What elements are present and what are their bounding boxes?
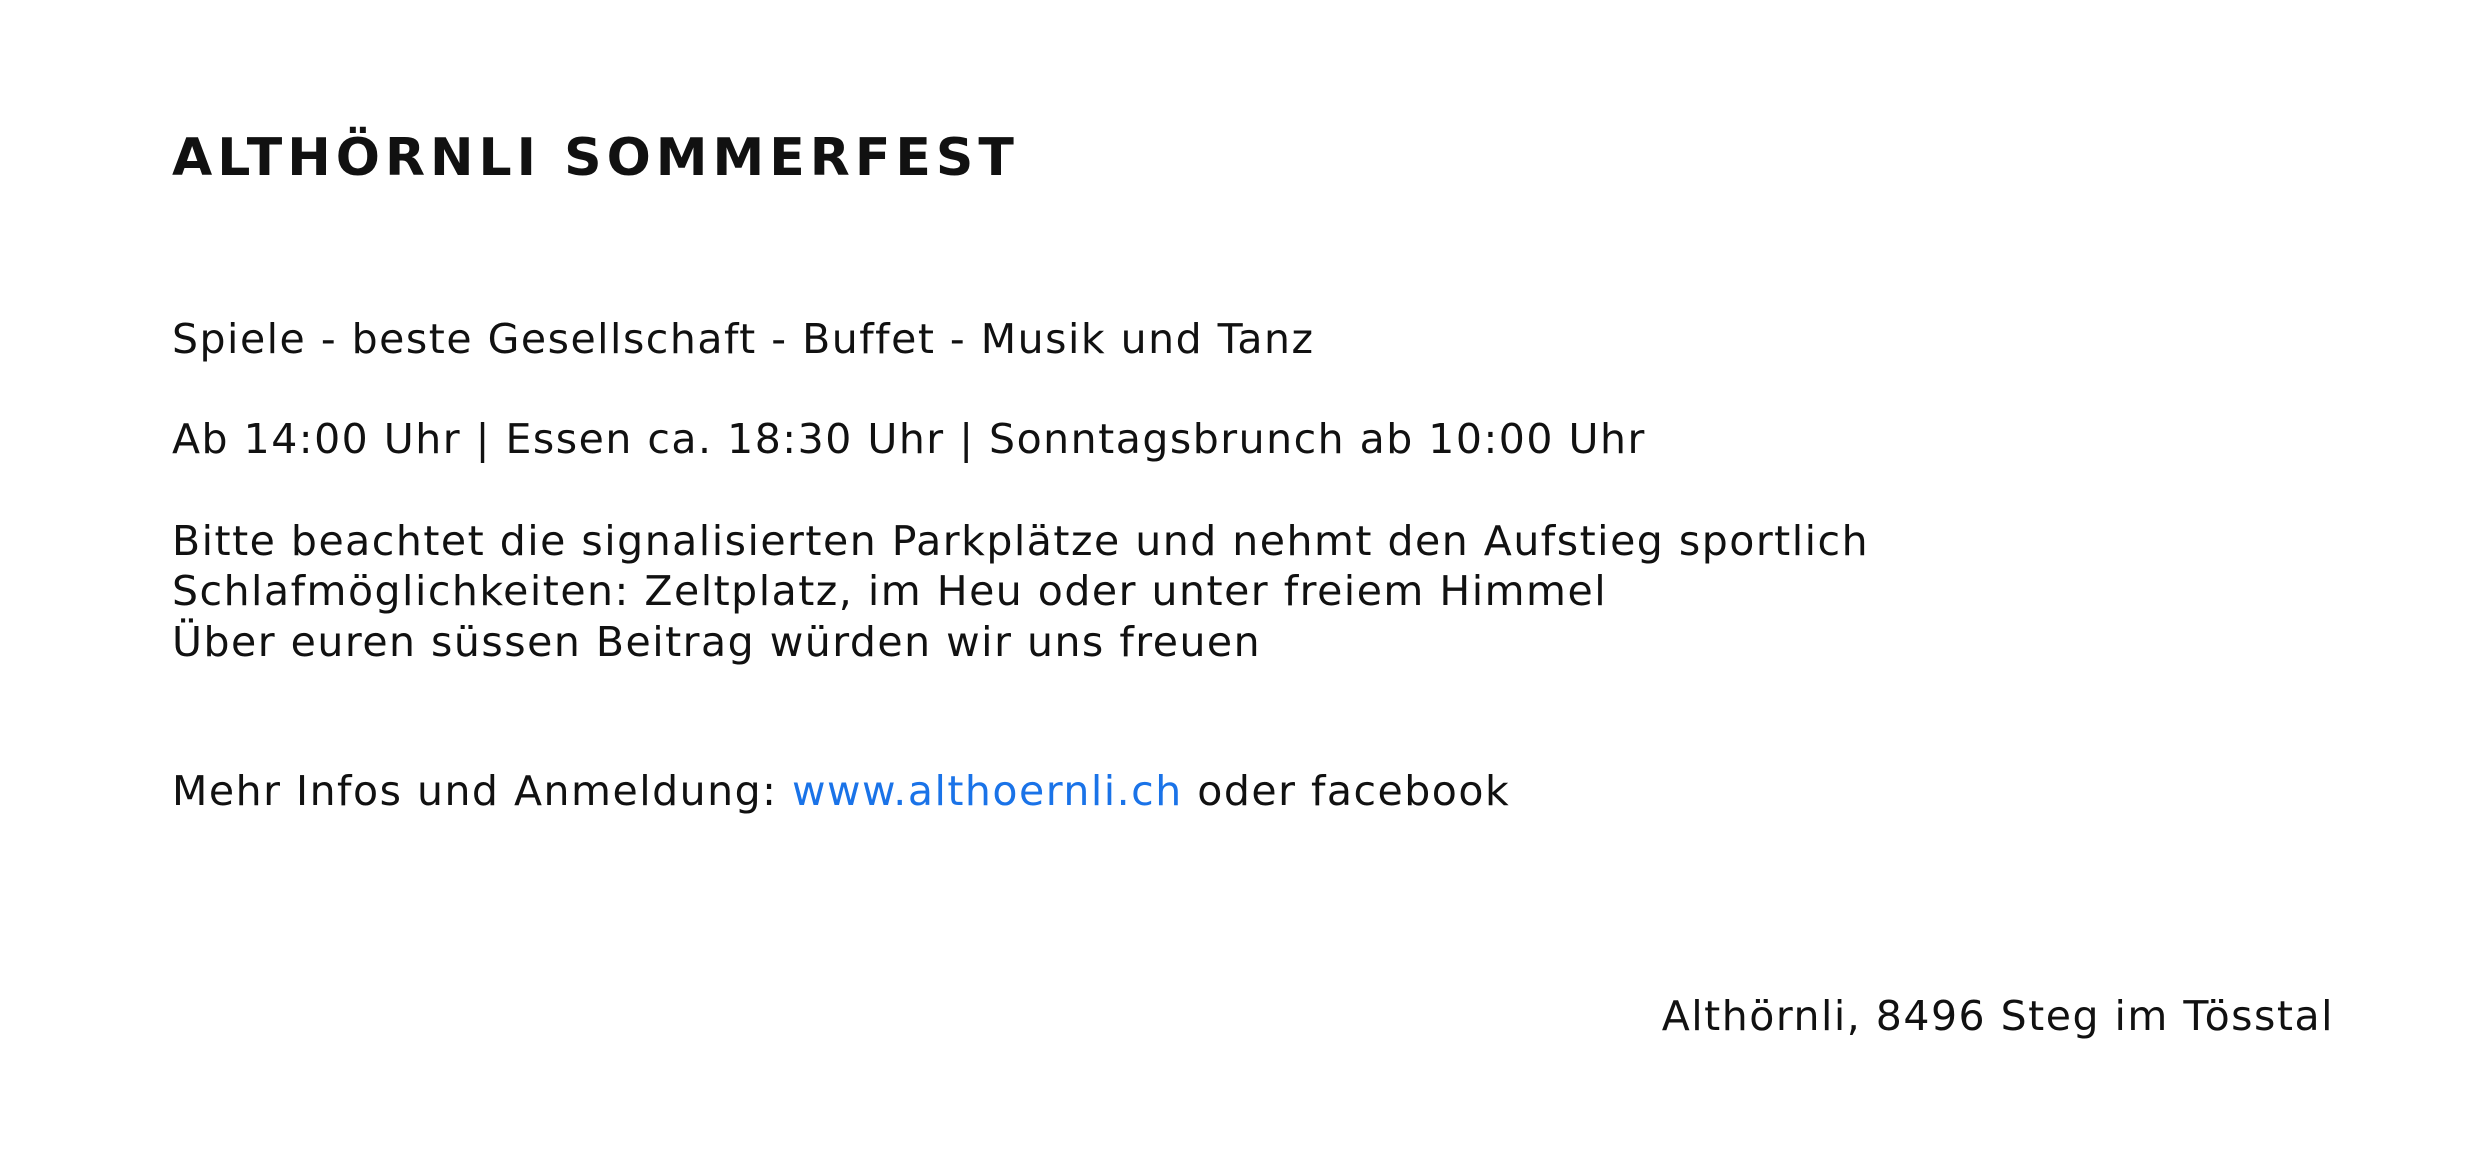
info-line: Mehr Infos und Anmeldung: www.althoernli…: [172, 767, 1510, 815]
venue-address: Althörnli, 8496 Steg im Tösstal: [1661, 992, 2334, 1040]
page-title: ALTHÖRNLI SOMMERFEST: [172, 128, 1019, 188]
event-tagline: Spiele - beste Gesellschaft - Buffet - M…: [172, 315, 1315, 363]
note-parking: Bitte beachtet die signalisierten Parkpl…: [172, 517, 1870, 565]
note-contribution: Über euren süssen Beitrag würden wir uns…: [172, 618, 1262, 666]
event-times: Ab 14:00 Uhr | Essen ca. 18:30 Uhr | Son…: [172, 415, 1646, 463]
info-suffix: oder facebook: [1197, 767, 1511, 815]
info-prefix: Mehr Infos und Anmeldung:: [172, 767, 778, 815]
website-link[interactable]: www.althoernli.ch: [792, 767, 1183, 815]
note-sleeping: Schlafmöglichkeiten: Zeltplatz, im Heu o…: [172, 567, 1608, 615]
